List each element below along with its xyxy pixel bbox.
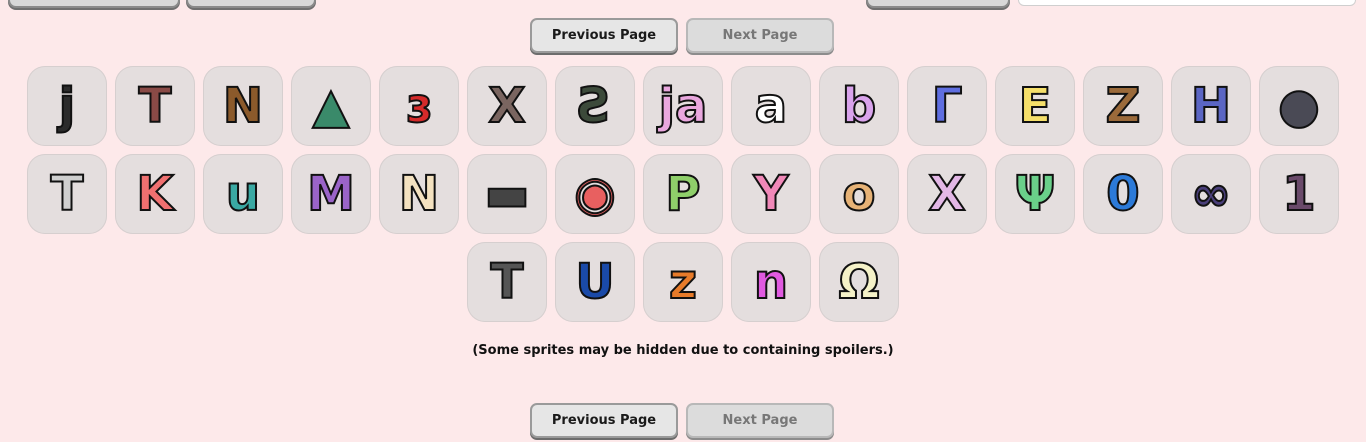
monster-mouth-sprite: ▬ [483, 166, 530, 222]
letter-z-sprite: Z [1105, 78, 1142, 134]
sprite-tile[interactable]: z [643, 242, 723, 322]
letter-y-sprite: Y [753, 166, 790, 222]
sprite-tile[interactable]: ◉ [555, 154, 635, 234]
sprite-row: T Ku M N ▬ ◉ P Yo X Ψ 0 ∞ 1 [0, 154, 1366, 234]
letter-gamma-sprite: Γ [931, 78, 964, 134]
previous-page-button[interactable]: Previous Page [530, 403, 678, 438]
sprite-tile[interactable]: Z [1083, 66, 1163, 146]
letter-u-sprite: u [225, 166, 261, 222]
letter-ezh-sprite: Ƨ [577, 78, 614, 134]
pagination-top: Previous Page Next Page [530, 18, 834, 53]
pagination-bottom: Previous Page Next Page [530, 403, 834, 438]
letter-e-sprite: E [1018, 78, 1053, 134]
top-right-button[interactable] [866, 0, 1010, 8]
letter-n-bandage-sprite: N [398, 166, 440, 222]
sprite-tile[interactable]: ▲ [291, 66, 371, 146]
sprite-tile[interactable]: K [115, 154, 195, 234]
sprite-tile[interactable]: M [291, 154, 371, 234]
caterpillar-sprite: ∞ [1190, 166, 1232, 222]
sprite-tile[interactable]: Y [731, 154, 811, 234]
letter-o-sprite: o [842, 166, 877, 222]
sprite-row: j T N ▲ ɜ X Ƨja a b Γ E Z H ● [0, 66, 1366, 146]
top-left-button-2[interactable] [186, 0, 316, 8]
letter-n-magenta-sprite: n [753, 254, 789, 310]
sprite-tile[interactable]: a [731, 66, 811, 146]
sprite-tile[interactable]: E [995, 66, 1075, 146]
letter-m-sprite: M [306, 166, 356, 222]
letter-0-sprite: 0 [1105, 166, 1140, 222]
sprite-row: TUznΩ [0, 242, 1366, 322]
letter-b-sprite: b [841, 78, 877, 134]
sprite-tile[interactable]: ∞ [1171, 154, 1251, 234]
sprite-tile[interactable]: 1 [1259, 154, 1339, 234]
sprite-tile[interactable]: ● [1259, 66, 1339, 146]
letter-ja-sprite: ja [658, 78, 709, 134]
letter-n-sprite: N [222, 78, 264, 134]
sprite-tile[interactable]: Γ [907, 66, 987, 146]
sprite-tile[interactable]: T [27, 154, 107, 234]
sprite-tile[interactable]: j [27, 66, 107, 146]
sprite-tile[interactable]: o [819, 154, 899, 234]
sprite-tile[interactable]: X [467, 66, 547, 146]
next-page-button[interactable]: Next Page [686, 18, 834, 53]
sprite-tile[interactable]: ▬ [467, 154, 547, 234]
triangle-sprite: ▲ [312, 78, 351, 134]
sprite-tile[interactable]: P [643, 154, 723, 234]
letter-t-box-sprite: T [50, 166, 85, 222]
letter-x-pink-sprite: X [927, 166, 966, 222]
sprite-tile[interactable]: N [203, 66, 283, 146]
letter-x-sprite: X [487, 78, 526, 134]
letter-psi-sprite: Ψ [1014, 166, 1057, 222]
sprite-grid: j T N ▲ ɜ X Ƨja a b Γ E Z H ● T Ku M N ▬ ◉ P Yo X Ψ 0 ∞ 1 T Uz n Ω [0, 66, 1366, 330]
letter-p-sprite: P [664, 166, 701, 222]
sprite-tile[interactable]: T [467, 242, 547, 322]
sprite-tile[interactable]: Ω [819, 242, 899, 322]
sprite-tile[interactable]: n [731, 242, 811, 322]
search-input[interactable] [1018, 0, 1356, 6]
orb-sprite: ● [1277, 78, 1321, 134]
sprite-tile[interactable]: N [379, 154, 459, 234]
top-left-button-1[interactable] [8, 0, 180, 8]
sprite-tile[interactable]: Ψ [995, 154, 1075, 234]
letter-t-sprite: T [138, 78, 173, 134]
sprite-tile[interactable]: ɜ [379, 66, 459, 146]
hammer-sprite: T [490, 254, 525, 310]
sprite-tile[interactable]: b [819, 66, 899, 146]
spoiler-note: (Some sprites may be hidden due to conta… [472, 343, 894, 358]
letter-1-sprite: 1 [1281, 166, 1316, 222]
letter-j-sprite: j [58, 78, 76, 134]
letter-omega-sprite: Ω [838, 254, 881, 310]
letter-k-sprite: K [135, 166, 174, 222]
letter-u-blue-sprite: U [575, 254, 616, 310]
sprite-tile[interactable]: ja [643, 66, 723, 146]
sprite-tile[interactable]: T [115, 66, 195, 146]
letter-3-sprite: ɜ [405, 78, 433, 134]
sprite-tile[interactable]: 0 [1083, 154, 1163, 234]
letter-h-sprite: H [1190, 78, 1232, 134]
letter-a-sprite: a [754, 78, 788, 134]
previous-page-button[interactable]: Previous Page [530, 18, 678, 53]
next-page-button[interactable]: Next Page [686, 403, 834, 438]
eyes-sprite: ◉ [573, 166, 617, 222]
sprite-tile[interactable]: X [907, 154, 987, 234]
ant-sprite: z [668, 254, 698, 310]
sprite-tile[interactable]: Ƨ [555, 66, 635, 146]
sprite-tile[interactable]: H [1171, 66, 1251, 146]
sprite-tile[interactable]: u [203, 154, 283, 234]
sprite-tile[interactable]: U [555, 242, 635, 322]
